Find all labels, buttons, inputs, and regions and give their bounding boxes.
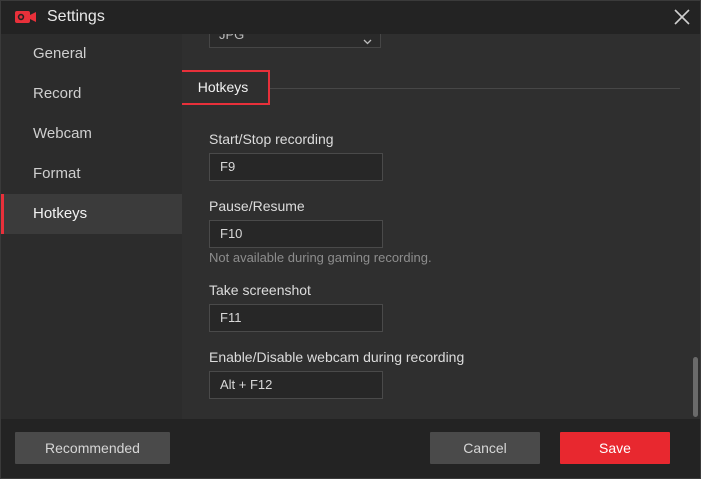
save-button[interactable]: Save [560, 432, 670, 464]
start-stop-recording-label: Start/Stop recording [209, 131, 334, 147]
sidebar-item-label: Hotkeys [33, 205, 88, 222]
sidebar-item-hotkeys[interactable]: Hotkeys [1, 194, 182, 234]
sidebar-item-label: Webcam [33, 125, 92, 142]
screen-recorder-icon [14, 9, 38, 27]
chevron-down-icon [363, 34, 372, 45]
sidebar-item-label: Record [33, 85, 82, 102]
pause-resume-input[interactable]: F10 [209, 220, 383, 248]
settings-content: JPG Hotkeys Start/Stop recording F9 Paus… [182, 34, 700, 419]
format-select[interactable]: JPG [209, 34, 381, 48]
format-select-value: JPG [219, 34, 245, 42]
section-title-hotkeys: Hotkeys [182, 70, 270, 105]
toggle-webcam-label: Enable/Disable webcam during recording [209, 349, 465, 365]
window-title: Settings [47, 8, 105, 25]
section-divider [270, 88, 680, 89]
scrollbar-thumb[interactable] [693, 357, 698, 417]
sidebar-item-webcam[interactable]: Webcam [1, 114, 182, 154]
settings-sidebar: General Record Webcam Format Hotkeys [1, 34, 182, 419]
dialog-footer: Recommended Cancel Save [1, 419, 700, 478]
sidebar-item-format[interactable]: Format [1, 154, 182, 194]
settings-window: Settings General Record Webcam Format Ho… [0, 0, 701, 479]
close-icon[interactable] [672, 7, 692, 27]
take-screenshot-input[interactable]: F11 [209, 304, 383, 332]
recommended-button[interactable]: Recommended [15, 432, 170, 464]
title-bar: Settings [1, 1, 700, 34]
sidebar-item-label: General [33, 45, 87, 62]
pause-resume-note: Not available during gaming recording. [209, 250, 432, 265]
cancel-button[interactable]: Cancel [430, 432, 540, 464]
sidebar-item-label: Format [33, 165, 81, 182]
pause-resume-label: Pause/Resume [209, 198, 305, 214]
sidebar-item-record[interactable]: Record [1, 74, 182, 114]
sidebar-item-general[interactable]: General [1, 34, 182, 74]
take-screenshot-label: Take screenshot [209, 282, 311, 298]
start-stop-recording-input[interactable]: F9 [209, 153, 383, 181]
toggle-webcam-input[interactable]: Alt + F12 [209, 371, 383, 399]
